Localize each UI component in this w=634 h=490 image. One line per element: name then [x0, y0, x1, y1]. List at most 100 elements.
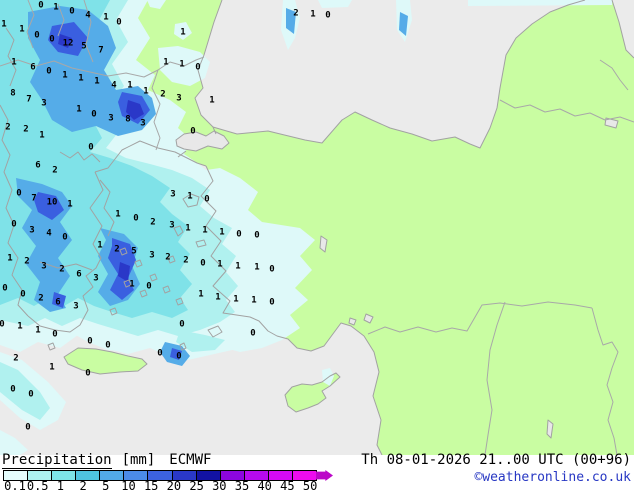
precip-value: 7 — [98, 46, 103, 56]
precip-value: 0 — [11, 220, 16, 230]
precip-value: 1 — [127, 81, 132, 91]
precip-value: 1 — [251, 296, 256, 306]
precip-value: 0 — [269, 298, 274, 308]
scale-label: 20 — [166, 479, 182, 490]
precip-value: 1 — [67, 200, 72, 210]
precip-value: 3 — [149, 251, 154, 261]
precip-value: 0 — [16, 189, 21, 199]
precip-value: 1 — [76, 105, 81, 115]
precip-value: 6 — [30, 63, 35, 73]
precip-value: 1 — [39, 131, 44, 141]
precip-value: 3 — [73, 302, 78, 312]
precip-value: 0 — [49, 35, 54, 45]
precip-value: 1 — [198, 290, 203, 300]
precip-value: 1 — [17, 322, 22, 332]
legend-parameter: Precipitation — [2, 452, 112, 469]
precip-value: 1 — [209, 96, 214, 106]
precip-value: 0 — [85, 369, 90, 379]
scale-label: 5 — [102, 479, 110, 490]
precip-value: 0 — [88, 143, 93, 153]
precip-value: 10 — [47, 198, 58, 208]
precip-value: 1 — [97, 241, 102, 251]
precip-value: 2 — [165, 253, 170, 263]
precip-value: 0 — [52, 330, 57, 340]
precip-value: 0 — [25, 423, 30, 433]
precip-value: 1 — [163, 58, 168, 68]
precip-value: 0 — [91, 110, 96, 120]
scale-label: 2 — [79, 479, 87, 490]
precip-value: 0 — [34, 31, 39, 41]
precip-value: 2 — [59, 265, 64, 275]
precip-value: 0 — [0, 320, 5, 330]
precip-value: 4 — [85, 11, 91, 21]
precip-value: 2 — [114, 245, 119, 255]
precip-value: 1 — [215, 293, 220, 303]
map-canvas: 0 1 0 4 1 02 1 01 10 10 12 5 71 6 0 1 1 1 4 111 1 087 31 0 3 8 32 3… — [0, 0, 634, 455]
precip-value: 0 — [254, 231, 259, 241]
scale-label: 25 — [189, 479, 204, 490]
precip-value: 0 — [20, 290, 25, 300]
scale-label: 30 — [212, 479, 227, 490]
precip-value: 0 — [46, 67, 51, 77]
precip-value: 0 — [195, 63, 200, 73]
precip-value: 1 — [179, 60, 184, 70]
precip-value: 0 — [87, 337, 92, 347]
precip-value: 2 — [23, 125, 28, 135]
precip-value: 1 — [180, 28, 185, 38]
precip-value: 1 — [219, 228, 224, 238]
precip-value: 2 — [52, 166, 57, 176]
precip-value: 0 — [204, 195, 209, 205]
precip-value: 5 — [81, 42, 86, 52]
precip-value: 1 — [19, 25, 24, 35]
precip-value: 3 — [108, 114, 113, 124]
precip-value: 0 — [69, 7, 74, 17]
legend-title: Precipitation [mm] ECMWF — [2, 452, 212, 469]
scale-label: 10 — [121, 479, 136, 490]
precip-value: 1 — [143, 87, 148, 97]
precip-value: 0 — [269, 265, 274, 275]
precip-value: 1 — [1, 20, 6, 30]
precip-value: 0 — [105, 341, 110, 351]
precip-value: 1 — [115, 210, 120, 220]
precip-value: 2 — [150, 218, 155, 228]
scale-label: 50 — [302, 479, 318, 490]
precip-value: 1 — [49, 363, 54, 373]
precip-value: 0 — [250, 329, 255, 339]
scale-label: 0.1 — [4, 479, 26, 490]
precip-value: 0 — [179, 320, 184, 330]
precip-value: 8 — [10, 89, 15, 99]
precip-value: 0 — [62, 233, 67, 243]
precip-value: 2 — [38, 294, 43, 304]
precip-value: 2 — [160, 90, 165, 100]
precip-value: 1 — [187, 192, 192, 202]
precip-value: 1 — [129, 280, 134, 290]
colorbar-scale-labels: 0.1 0.5 1 2 5 10 15 20 25 30 35 40 45 50 — [3, 479, 333, 490]
precip-value: 1 — [202, 226, 207, 236]
precip-value: 0 — [157, 349, 162, 359]
precip-value: 0 — [176, 352, 181, 362]
weather-map-frame: 0 1 0 4 1 0 2 1 0 1 1 0 1 0 12 5 7 1 6 0 1 1 1 4 1 1 1 1 0 8 7 3 1 0 3 8 3 2 3… — [0, 0, 634, 490]
scale-label: 40 — [257, 479, 272, 490]
legend-unit: [mm] — [121, 452, 156, 468]
precip-value: 0 — [200, 259, 205, 269]
precip-value: 0 — [133, 214, 138, 224]
scale-label: 15 — [143, 479, 159, 490]
precip-value: 1 — [185, 224, 190, 234]
precip-value: 0 — [28, 390, 33, 400]
precip-value: 1 — [310, 10, 315, 20]
precip-value: 3 — [29, 226, 34, 236]
precip-value: 3 — [140, 119, 145, 129]
precip-value: 12 — [63, 39, 74, 49]
scale-label: 45 — [280, 479, 295, 490]
legend-model: ECMWF — [169, 452, 212, 468]
precip-value: 0 — [146, 282, 151, 292]
precip-value: 8 — [125, 115, 130, 125]
precip-value: 3 — [41, 99, 46, 109]
precip-value: 1 — [94, 77, 99, 87]
precip-value: 6 — [55, 298, 60, 308]
precip-value: 0 — [116, 18, 121, 28]
precip-value: 3 — [170, 190, 175, 200]
precip-value: 1 — [78, 74, 83, 84]
precip-value: 0 — [190, 127, 195, 137]
precip-value: 4 — [111, 81, 117, 91]
